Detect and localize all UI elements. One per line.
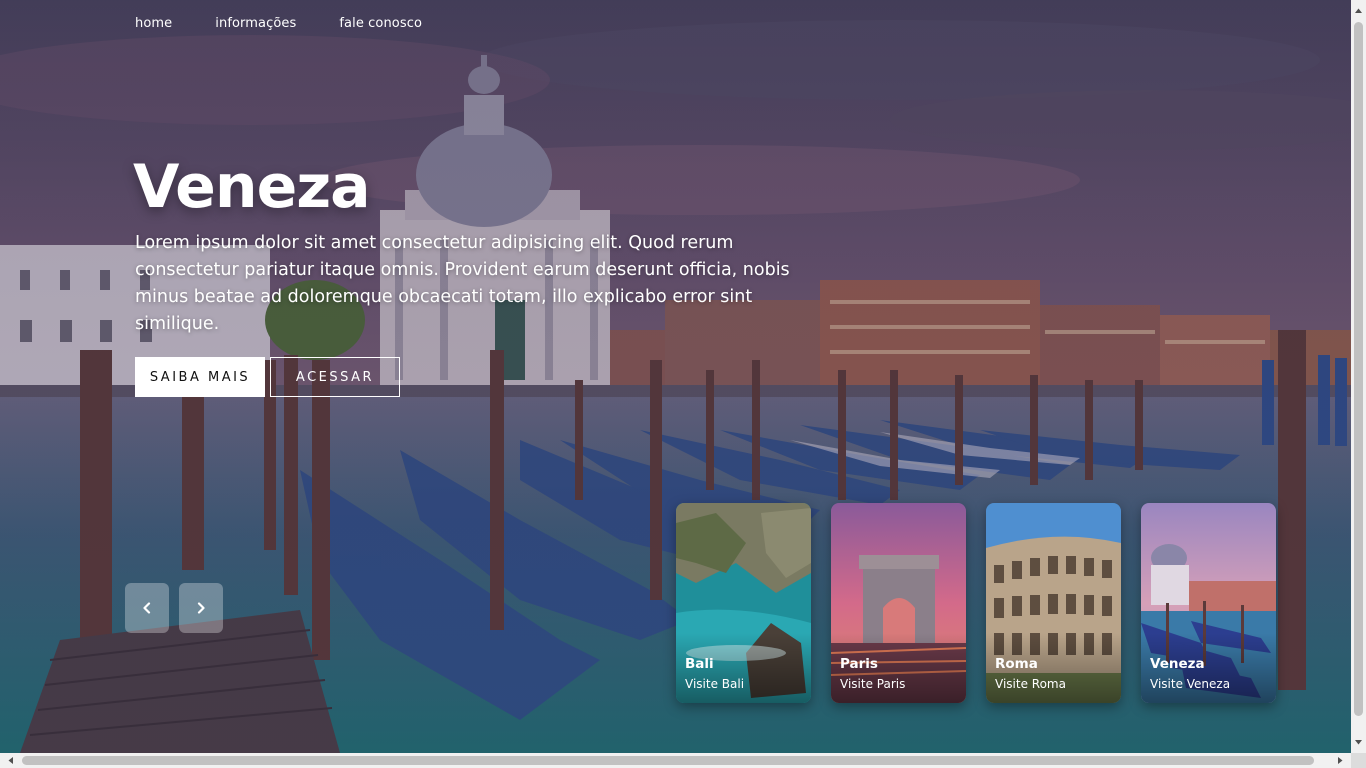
slider-next-button[interactable]: [179, 583, 223, 633]
card-title: Veneza: [1150, 656, 1205, 672]
acessar-button[interactable]: ACESSAR: [270, 357, 400, 397]
card-title: Paris: [840, 656, 878, 672]
nav-link-informacoes[interactable]: informações: [215, 16, 296, 31]
hero-title: Veneza: [133, 152, 371, 222]
vertical-scrollbar[interactable]: [1351, 0, 1366, 753]
destination-card-paris[interactable]: Paris Visite Paris: [831, 503, 966, 703]
card-title: Roma: [995, 656, 1038, 672]
chevron-left-icon: [141, 599, 153, 618]
saiba-mais-button[interactable]: SAIBA MAIS: [135, 357, 265, 397]
horizontal-scrollbar-thumb[interactable]: [22, 756, 1314, 765]
chevron-right-icon: [195, 599, 207, 618]
horizontal-scrollbar[interactable]: [0, 753, 1351, 768]
top-nav: home informações fale conosco: [135, 16, 422, 31]
card-subtitle: Visite Veneza: [1150, 677, 1231, 691]
scroll-left-icon[interactable]: [3, 753, 18, 768]
scroll-right-icon[interactable]: [1333, 753, 1348, 768]
card-subtitle: Visite Paris: [840, 677, 906, 691]
destination-card-roma[interactable]: Roma Visite Roma: [986, 503, 1121, 703]
destination-card-veneza[interactable]: Veneza Visite Veneza: [1141, 503, 1276, 703]
vertical-scrollbar-thumb[interactable]: [1354, 22, 1363, 716]
scroll-up-icon[interactable]: [1351, 3, 1366, 18]
card-subtitle: Visite Bali: [685, 677, 745, 691]
card-subtitle: Visite Roma: [995, 677, 1066, 691]
card-title: Bali: [685, 656, 714, 672]
scrollbar-corner: [1351, 753, 1366, 768]
destination-card-bali[interactable]: Bali Visite Bali: [676, 503, 811, 703]
nav-link-home[interactable]: home: [135, 16, 172, 31]
scroll-down-icon[interactable]: [1351, 735, 1366, 750]
hero-description: Lorem ipsum dolor sit amet consectetur a…: [135, 233, 790, 334]
nav-link-fale-conosco[interactable]: fale conosco: [339, 16, 422, 31]
slider-prev-button[interactable]: [125, 583, 169, 633]
